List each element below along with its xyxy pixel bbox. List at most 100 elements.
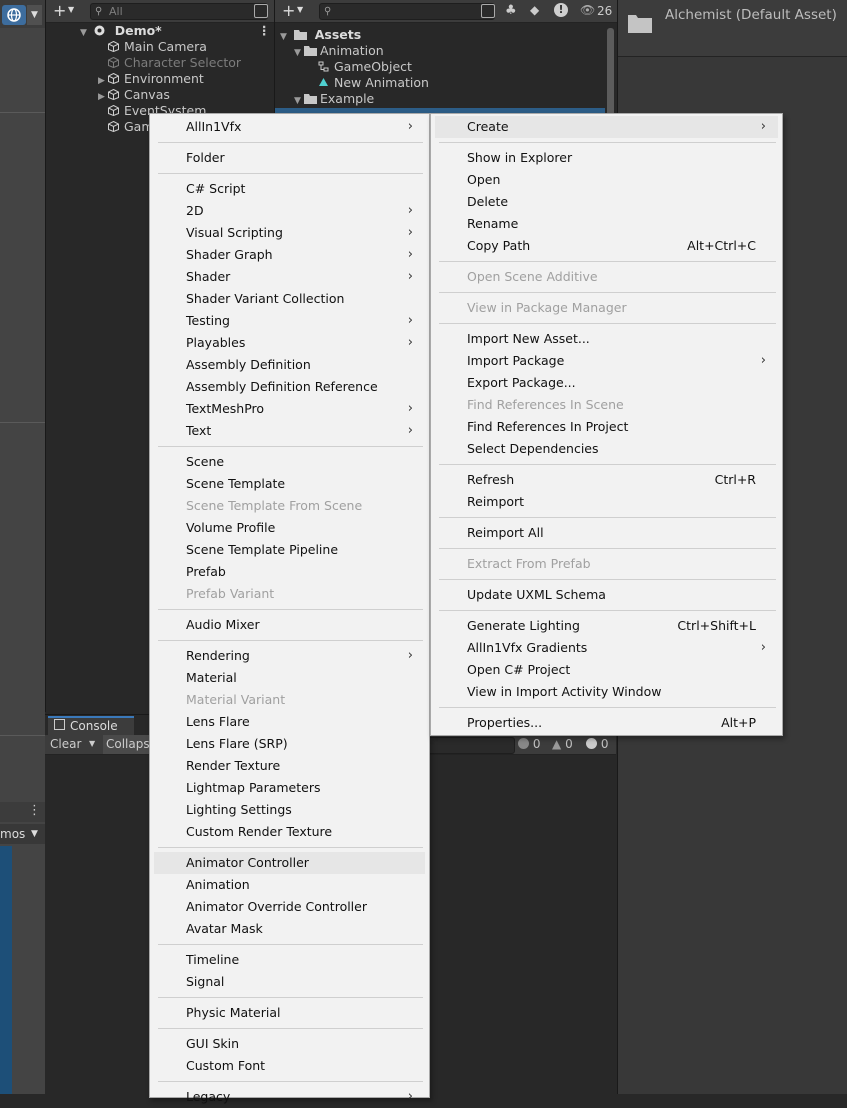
menu-item-open[interactable]: Open: [435, 169, 778, 191]
expand-arrow-icon[interactable]: ▼: [280, 29, 290, 45]
error-count-toggle[interactable]: 0: [518, 737, 540, 752]
menu-item-view-in-import-activity-window[interactable]: View in Import Activity Window: [435, 681, 778, 703]
menu-item-create[interactable]: Create ›: [435, 116, 778, 138]
chevron-down-icon[interactable]: ▼: [68, 5, 74, 14]
menu-item-c-script[interactable]: C# Script: [154, 178, 425, 200]
clear-button[interactable]: Clear: [50, 737, 81, 751]
menu-item-delete[interactable]: Delete: [435, 191, 778, 213]
menu-item-properties[interactable]: Properties... Alt+P: [435, 712, 778, 734]
menu-item-text[interactable]: Text ›: [154, 420, 425, 442]
menu-item-textmeshpro[interactable]: TextMeshPro ›: [154, 398, 425, 420]
menu-item-export-package[interactable]: Export Package...: [435, 372, 778, 394]
kebab-menu-icon[interactable]: ⋮: [258, 23, 271, 39]
project-item-new-animation[interactable]: New Animation: [308, 75, 429, 91]
menu-item-audio-mixer[interactable]: Audio Mixer: [154, 614, 425, 636]
menu-item-volume-profile[interactable]: Volume Profile: [154, 517, 425, 539]
menu-item-lens-flare-srp[interactable]: Lens Flare (SRP): [154, 733, 425, 755]
menu-item-visual-scripting[interactable]: Visual Scripting ›: [154, 222, 425, 244]
menu-item-legacy[interactable]: Legacy ›: [154, 1086, 425, 1108]
chevron-down-icon[interactable]: ▼: [89, 739, 95, 748]
menu-item-scene-template-pipeline[interactable]: Scene Template Pipeline: [154, 539, 425, 561]
menu-item-lightmap-parameters[interactable]: Lightmap Parameters: [154, 777, 425, 799]
menu-item-assembly-definition-reference[interactable]: Assembly Definition Reference: [154, 376, 425, 398]
menu-item-custom-render-texture[interactable]: Custom Render Texture: [154, 821, 425, 843]
menu-item-update-uxml-schema[interactable]: Update UXML Schema: [435, 584, 778, 606]
menu-item-lighting-settings[interactable]: Lighting Settings: [154, 799, 425, 821]
menu-item-rename[interactable]: Rename: [435, 213, 778, 235]
project-scrollbar[interactable]: [607, 28, 614, 118]
project-item-animation[interactable]: ▼ Animation: [294, 43, 384, 59]
assets-root-row[interactable]: ▼ Assets: [280, 27, 361, 43]
menu-item-assembly-definition[interactable]: Assembly Definition: [154, 354, 425, 376]
menu-item-playables[interactable]: Playables ›: [154, 332, 425, 354]
menu-item-shader-variant-collection[interactable]: Shader Variant Collection: [154, 288, 425, 310]
menu-item-material[interactable]: Material: [154, 667, 425, 689]
menu-item-show-in-explorer[interactable]: Show in Explorer: [435, 147, 778, 169]
hierarchy-item-character-selector[interactable]: Character Selector: [98, 55, 241, 71]
expand-arrow-icon[interactable]: ▼: [294, 93, 304, 109]
project-item-example[interactable]: ▼ Example: [294, 91, 374, 107]
type-filter-icon[interactable]: ♣: [505, 3, 517, 18]
hierarchy-item-gam[interactable]: Gam: [98, 119, 154, 135]
menu-item-physic-material[interactable]: Physic Material: [154, 1002, 425, 1024]
expand-arrow-icon[interactable]: ▼: [294, 45, 304, 61]
menu-item-render-texture[interactable]: Render Texture: [154, 755, 425, 777]
transform-gizmo-button[interactable]: [2, 5, 26, 25]
search-filter-icon[interactable]: [254, 4, 268, 18]
add-icon[interactable]: +: [282, 1, 295, 20]
menu-item-lens-flare[interactable]: Lens Flare: [154, 711, 425, 733]
hierarchy-search-input[interactable]: ⚲ All: [90, 3, 268, 20]
menu-item-copy-path[interactable]: Copy Path Alt+Ctrl+C: [435, 235, 778, 257]
menu-item-scene-template[interactable]: Scene Template: [154, 473, 425, 495]
menu-item-reimport[interactable]: Reimport: [435, 491, 778, 513]
menu-item-rendering[interactable]: Rendering ›: [154, 645, 425, 667]
label-filter-icon[interactable]: ◆: [530, 3, 539, 17]
menu-item-open-c-project[interactable]: Open C# Project: [435, 659, 778, 681]
hierarchy-item-canvas[interactable]: ▶ Canvas: [98, 87, 170, 103]
chevron-right-icon: ›: [407, 1089, 413, 1104]
menu-item-select-dependencies[interactable]: Select Dependencies: [435, 438, 778, 460]
menu-item-refresh[interactable]: Refresh Ctrl+R: [435, 469, 778, 491]
menu-item-generate-lighting[interactable]: Generate Lighting Ctrl+Shift+L: [435, 615, 778, 637]
chevron-right-icon: ›: [407, 401, 413, 416]
menu-item-animator-controller[interactable]: Animator Controller: [154, 852, 425, 874]
project-search-input[interactable]: ⚲: [319, 3, 495, 20]
hierarchy-item-main-camera[interactable]: Main Camera: [98, 39, 207, 55]
menu-item-animator-override-controller[interactable]: Animator Override Controller: [154, 896, 425, 918]
eye-icon[interactable]: 👁: [580, 3, 595, 17]
menu-item-scene[interactable]: Scene: [154, 451, 425, 473]
menu-item-import-package[interactable]: Import Package ›: [435, 350, 778, 372]
search-filter-icon[interactable]: [481, 4, 495, 18]
gizmos-dropdown[interactable]: mos ▼: [0, 824, 45, 844]
project-item-gameobject[interactable]: GameObject: [308, 59, 412, 75]
scene-root-row[interactable]: ▼ Demo* ⋮: [80, 23, 271, 41]
hierarchy-item-environment[interactable]: ▶ Environment: [98, 71, 204, 87]
menu-item-shader[interactable]: Shader ›: [154, 266, 425, 288]
menu-item-testing[interactable]: Testing ›: [154, 310, 425, 332]
add-icon[interactable]: +: [53, 1, 66, 20]
menu-item-animation[interactable]: Animation: [154, 874, 425, 896]
menu-item-allin1vfx[interactable]: AllIn1Vfx ›: [154, 116, 425, 138]
chevron-down-icon[interactable]: ▼: [27, 5, 42, 25]
menu-item-timeline[interactable]: Timeline: [154, 949, 425, 971]
menu-item-2d[interactable]: 2D ›: [154, 200, 425, 222]
chevron-down-icon[interactable]: ▼: [297, 5, 303, 14]
menu-item-gui-skin[interactable]: GUI Skin: [154, 1033, 425, 1055]
menu-item-custom-font[interactable]: Custom Font: [154, 1055, 425, 1077]
kebab-menu-icon[interactable]: ⋮: [28, 803, 41, 818]
log-count-toggle[interactable]: 0: [586, 737, 608, 752]
expand-arrow-icon[interactable]: ▼: [80, 25, 90, 41]
menu-item-signal[interactable]: Signal: [154, 971, 425, 993]
warning-count-toggle[interactable]: ▲ 0: [552, 737, 573, 752]
menu-item-import-new-asset[interactable]: Import New Asset...: [435, 328, 778, 350]
menu-item-shader-graph[interactable]: Shader Graph ›: [154, 244, 425, 266]
tab-console[interactable]: Console: [48, 716, 134, 735]
menu-item-avatar-mask[interactable]: Avatar Mask: [154, 918, 425, 940]
info-icon[interactable]: !: [554, 3, 568, 17]
scene-view[interactable]: ▼ ⋮ mos ▼: [0, 0, 45, 1094]
menu-item-folder[interactable]: Folder: [154, 147, 425, 169]
menu-item-find-references-in-project[interactable]: Find References In Project: [435, 416, 778, 438]
menu-item-prefab[interactable]: Prefab: [154, 561, 425, 583]
menu-item-allin1vfx-gradients[interactable]: AllIn1Vfx Gradients ›: [435, 637, 778, 659]
menu-item-reimport-all[interactable]: Reimport All: [435, 522, 778, 544]
